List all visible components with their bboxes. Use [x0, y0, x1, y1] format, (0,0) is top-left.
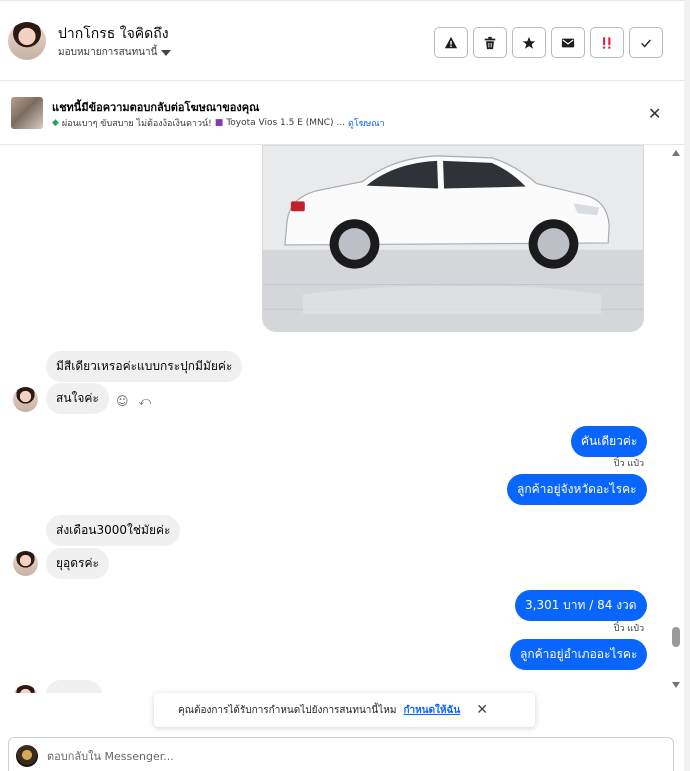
mark-unread-button[interactable] — [551, 27, 585, 58]
conversation-actions — [434, 27, 663, 58]
page-avatar — [16, 745, 38, 767]
emoji-react-icon[interactable]: ☺ — [116, 394, 129, 409]
incoming-message[interactable]: ส่งเดือน3000ใช่มัยค่ะ — [46, 515, 181, 546]
outgoing-message[interactable]: 3,301 บาท / 84 งวด — [515, 590, 647, 621]
outgoing-message[interactable]: คันเดียวค่ะ — [571, 426, 648, 457]
conversation-header: ปากโกรธ ใจคิดถึง มอบหมายการสนทนานี้ — [0, 0, 684, 81]
message-tools: ☺ ⤺ — [116, 394, 151, 409]
sender-name-label: ปิ๋ว แป๋ว — [613, 459, 644, 469]
ad-tagline: ผ่อนเบาๆ ขับสบาย ไม่ต้องง้อเงินดาวน์! — [61, 119, 212, 129]
car-image — [263, 146, 643, 331]
contact-avatar[interactable] — [8, 22, 46, 60]
contact-name[interactable]: ปากโกรธ ใจคิดถึง — [58, 23, 169, 45]
assign-conversation-dropdown[interactable]: มอบหมายการสนทนานี้ — [58, 45, 172, 60]
assign-prompt-toast: คุณต้องการได้รับการกำหนดไปยังการสนทนานี้… — [154, 693, 535, 727]
view-ad-link[interactable]: ดูโฆษณา — [348, 116, 385, 130]
trash-icon — [484, 36, 496, 49]
assign-to-me-link[interactable]: กำหนดให้ฉัน — [403, 703, 460, 718]
scroll-down-arrow[interactable] — [672, 682, 680, 688]
sender-avatar[interactable] — [13, 685, 38, 693]
check-icon — [641, 38, 651, 48]
ad-banner-subtitle: ◆ ผ่อนเบาๆ ขับสบาย ไม่ต้องง้อเงินดาวน์! … — [52, 116, 385, 130]
message-thread[interactable]: มีสีเดียวเหรอค่ะแบบกระปุกมีมัยค่ะ สนใจค่… — [0, 145, 684, 693]
reply-icon[interactable]: ⤺ — [139, 394, 152, 409]
close-icon[interactable]: ✕ — [648, 104, 661, 123]
window-edge — [684, 0, 690, 771]
car-icon: ■ — [214, 118, 224, 128]
sender-avatar[interactable] — [13, 387, 38, 412]
star-button[interactable] — [512, 27, 546, 58]
ad-thumbnail[interactable] — [11, 97, 43, 129]
delete-button[interactable] — [473, 27, 507, 58]
ad-banner-title: แชทนี้มีข้อความตอบกลับต่อโฆษณาของคุณ — [52, 101, 260, 114]
star-icon — [522, 36, 536, 49]
chevron-down-icon — [161, 49, 172, 56]
urgent-icon — [603, 36, 611, 49]
outgoing-message[interactable]: ลูกค้าอยู่อำเภออะไรคะ — [510, 639, 648, 670]
scroll-up-arrow[interactable] — [672, 150, 680, 156]
incoming-message[interactable]: ยุอุดรค่ะ — [46, 548, 109, 579]
ad-car-name: Toyota Vios 1.5 E (MNC) ... — [226, 118, 346, 128]
money-icon: ◆ — [52, 118, 59, 128]
sender-avatar[interactable] — [13, 551, 38, 576]
reply-input[interactable] — [47, 750, 647, 763]
envelope-icon — [561, 38, 575, 47]
mark-spam-button[interactable] — [434, 27, 468, 58]
close-icon[interactable]: ✕ — [476, 702, 488, 718]
incoming-message[interactable]: สนใจค่ะ — [46, 383, 109, 414]
outgoing-message[interactable]: ลูกค้าอยู่จังหวัดอะไรคะ — [507, 474, 647, 505]
incoming-message[interactable] — [46, 680, 102, 693]
warning-icon — [444, 36, 458, 48]
incoming-message[interactable]: มีสีเดียวเหรอค่ะแบบกระปุกมีมัยค่ะ — [46, 351, 243, 382]
assign-label: มอบหมายการสนทนานี้ — [58, 47, 158, 58]
ad-reply-banner: แชทนี้มีข้อความตอบกลับต่อโฆษณาของคุณ ◆ ผ… — [0, 82, 684, 145]
follow-up-button[interactable] — [590, 27, 624, 58]
mark-done-button[interactable] — [629, 27, 663, 58]
assign-prompt-text: คุณต้องการได้รับการกำหนดไปยังการสนทนานี้… — [178, 704, 397, 716]
car-image-attachment[interactable] — [262, 145, 644, 332]
sender-name-label: ปิ๋ว แป๋ว — [613, 624, 644, 634]
scrollbar-thumb[interactable] — [672, 627, 680, 647]
reply-composer — [8, 737, 674, 771]
